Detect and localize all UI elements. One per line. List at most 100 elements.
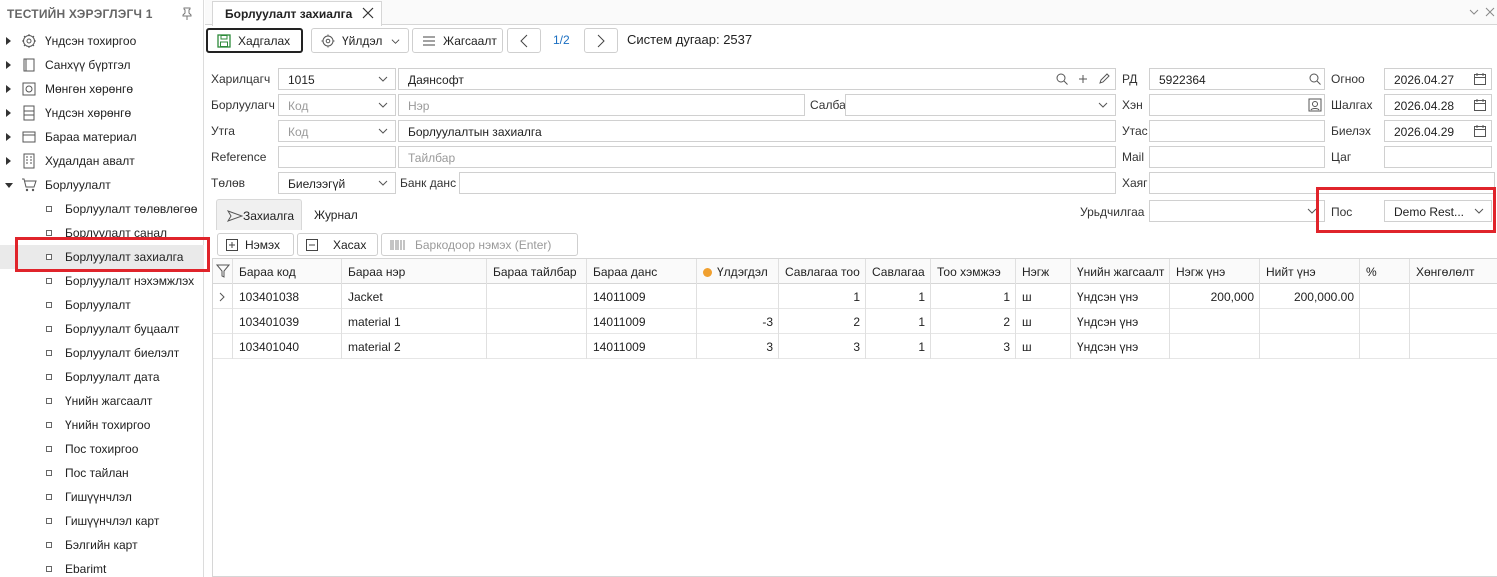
- table-row[interactable]: 103401038 Jacket 14011009 1 1 1 ш Үндсэн…: [213, 284, 1497, 309]
- rd-field[interactable]: 5922364: [1149, 68, 1325, 90]
- column-header-unit[interactable]: Нэгж: [1016, 259, 1071, 284]
- column-header-unit-price[interactable]: Нэгж үнэ: [1170, 259, 1260, 284]
- column-header-pack-qty[interactable]: Савлагаа тоо: [779, 259, 866, 284]
- check-date-field[interactable]: 2026.04.28: [1384, 94, 1492, 116]
- branch-select[interactable]: [845, 94, 1116, 116]
- table-row[interactable]: 103401039 material 1 14011009 -3 2 1 2 ш…: [213, 309, 1497, 334]
- customer-name-field[interactable]: Даянсофт: [398, 68, 1116, 90]
- description-field[interactable]: Тайлбар: [398, 146, 1116, 168]
- cell-pack-qty[interactable]: 3: [779, 334, 866, 359]
- cell-percent[interactable]: [1360, 284, 1410, 309]
- filter-cell[interactable]: [213, 259, 233, 284]
- cell-name[interactable]: Jacket: [342, 284, 487, 309]
- cell-pack[interactable]: 1: [866, 309, 931, 334]
- cell-unit[interactable]: ш: [1016, 284, 1071, 309]
- cell-price-list[interactable]: Үндсэн үнэ: [1071, 284, 1170, 309]
- sidebar-item-sales-plan[interactable]: Борлуулалт төлөвлөгөө: [0, 197, 204, 221]
- cell-account[interactable]: 14011009: [587, 309, 697, 334]
- prepay-select[interactable]: [1149, 200, 1325, 222]
- cell-discount[interactable]: [1410, 284, 1497, 309]
- cell-price-list[interactable]: Үндсэн үнэ: [1071, 334, 1170, 359]
- actions-dropdown[interactable]: Үйлдэл: [311, 28, 409, 53]
- cell-pack[interactable]: 1: [866, 334, 931, 359]
- sidebar-item-membership-card[interactable]: Гишүүнчлэл карт: [0, 509, 204, 533]
- customer-code-select[interactable]: 1015: [278, 68, 396, 90]
- cell-total[interactable]: [1260, 309, 1360, 334]
- sidebar-item-sales[interactable]: Борлуулалт: [0, 173, 204, 197]
- cell-description[interactable]: [487, 284, 587, 309]
- row-indicator[interactable]: [213, 284, 233, 309]
- next-button[interactable]: [584, 28, 618, 53]
- sidebar-item-sales-invoice[interactable]: Борлуулалт нэхэмжлэх: [0, 269, 204, 293]
- column-header-balance[interactable]: Үлдэгдэл: [697, 259, 779, 284]
- list-button[interactable]: Жагсаалт: [412, 28, 503, 53]
- edit-icon[interactable]: [1097, 72, 1111, 86]
- sidebar-item-inventory[interactable]: Бараа материал: [0, 125, 204, 149]
- calendar-icon[interactable]: [1473, 98, 1487, 112]
- expand-arrow-icon[interactable]: [6, 85, 11, 93]
- cell-percent[interactable]: [1360, 334, 1410, 359]
- cell-balance[interactable]: 3: [697, 334, 779, 359]
- cell-unit-price[interactable]: [1170, 309, 1260, 334]
- sidebar-item-price-settings[interactable]: Үнийн тохиргоо: [0, 413, 204, 437]
- cell-unit[interactable]: ш: [1016, 309, 1071, 334]
- remove-row-button[interactable]: Хасах: [297, 233, 378, 256]
- collapse-arrow-icon[interactable]: [5, 183, 13, 188]
- sidebar-item-sales-fulfillment[interactable]: Борлуулалт биелэлт: [0, 341, 204, 365]
- filter-icon[interactable]: [216, 264, 230, 278]
- column-header-pack[interactable]: Савлагаа: [866, 259, 931, 284]
- cell-qty[interactable]: 3: [931, 334, 1016, 359]
- flow-code-select[interactable]: Код: [278, 120, 396, 142]
- bank-field[interactable]: [459, 172, 1116, 194]
- column-header-total[interactable]: Нийт үнэ: [1260, 259, 1360, 284]
- expand-arrow-icon[interactable]: [6, 37, 11, 45]
- phone-field[interactable]: [1149, 120, 1325, 142]
- search-icon[interactable]: [1055, 72, 1069, 86]
- cell-balance[interactable]: -3: [697, 309, 779, 334]
- cell-unit[interactable]: ш: [1016, 334, 1071, 359]
- sidebar-item-price-list[interactable]: Үнийн жагсаалт: [0, 389, 204, 413]
- cell-qty[interactable]: 1: [931, 284, 1016, 309]
- cell-price-list[interactable]: Үндсэн үнэ: [1071, 309, 1170, 334]
- sidebar-item-sales-data[interactable]: Борлуулалт дата: [0, 365, 204, 389]
- cell-description[interactable]: [487, 309, 587, 334]
- column-header-discount[interactable]: Хөнгөлөлт: [1410, 259, 1497, 284]
- column-header-code[interactable]: Бараа код: [233, 259, 342, 284]
- cell-pack[interactable]: 1: [866, 284, 931, 309]
- sidebar-item-finance[interactable]: Санхүү бүртгэл: [0, 53, 204, 77]
- sidebar-item-cash[interactable]: Мөнгөн хөрөнгө: [0, 77, 204, 101]
- cell-description[interactable]: [487, 334, 587, 359]
- fulfill-date-field[interactable]: 2026.04.29: [1384, 120, 1492, 142]
- chevron-down-icon[interactable]: [1468, 6, 1480, 18]
- sidebar-item-assets[interactable]: Үндсэн хөрөнгө: [0, 101, 204, 125]
- calendar-icon[interactable]: [1473, 124, 1487, 138]
- calendar-icon[interactable]: [1473, 72, 1487, 86]
- cell-total[interactable]: [1260, 334, 1360, 359]
- column-header-account[interactable]: Бараа данс: [587, 259, 697, 284]
- sidebar-item-ebarimt[interactable]: Ebarimt: [0, 557, 204, 577]
- tab-journal[interactable]: Журнал: [305, 199, 365, 230]
- close-icon[interactable]: [362, 6, 374, 20]
- contact-search-icon[interactable]: [1308, 98, 1322, 112]
- cell-code[interactable]: 103401038: [233, 284, 342, 309]
- cell-code[interactable]: 103401039: [233, 309, 342, 334]
- barcode-input[interactable]: Баркодоор нэмэх (Enter): [381, 233, 578, 256]
- who-field[interactable]: [1149, 94, 1325, 116]
- flow-value-field[interactable]: Борлуулалтын захиалга: [398, 120, 1116, 142]
- sidebar-item-sales-return[interactable]: Борлуулалт буцаалт: [0, 317, 204, 341]
- search-icon[interactable]: [1308, 72, 1322, 86]
- payment-select[interactable]: Биелээгүй: [278, 172, 396, 194]
- sidebar-item-pos-report[interactable]: Пос тайлан: [0, 461, 204, 485]
- address-field[interactable]: [1149, 172, 1495, 194]
- cell-discount[interactable]: [1410, 334, 1497, 359]
- row-indicator[interactable]: [213, 334, 233, 359]
- add-row-button[interactable]: Нэмэх: [217, 233, 294, 256]
- sidebar-item-purchase[interactable]: Худалдан авалт: [0, 149, 204, 173]
- cell-name[interactable]: material 1: [342, 309, 487, 334]
- expand-arrow-icon[interactable]: [6, 61, 11, 69]
- column-header-description[interactable]: Бараа тайлбар: [487, 259, 587, 284]
- cell-code[interactable]: 103401040: [233, 334, 342, 359]
- cell-pack-qty[interactable]: 2: [779, 309, 866, 334]
- cell-discount[interactable]: [1410, 309, 1497, 334]
- tab-order[interactable]: Захиалга: [216, 199, 302, 230]
